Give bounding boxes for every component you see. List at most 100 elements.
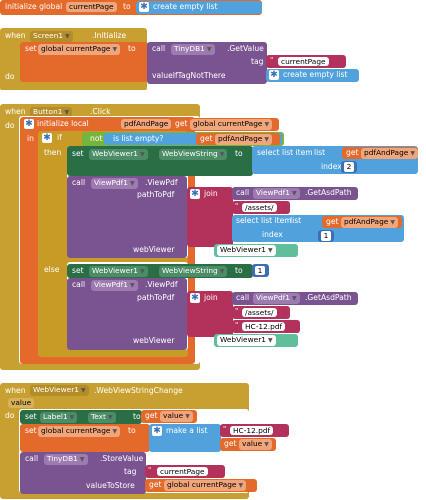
get-label: get [149, 480, 162, 489]
index-number[interactable]: 1 [321, 231, 331, 241]
else-getasdpath-block[interactable]: call ViewPdf1 ▼ .GetAsdPath [232, 292, 358, 305]
webviewstring-dropdown[interactable]: WebViewString ▼ [159, 149, 228, 160]
assets-text-block[interactable]: " /assets/ [232, 201, 290, 214]
webviewer1-dropdown[interactable]: WebViewer1 ▼ [217, 335, 276, 346]
hc12-text-block[interactable]: " HC-12.pdf [220, 424, 289, 437]
webviewstringchange-event-name: .WebViewStringChange [94, 386, 183, 395]
pdfandpage-dropdown[interactable]: pdfAndPage ▼ [341, 217, 398, 228]
webviewer1-dropdown[interactable]: WebViewer1 ▼ [89, 149, 148, 160]
to-label: to [235, 266, 243, 275]
global-currentpage-dropdown[interactable]: global currentPage ▼ [190, 119, 273, 130]
index-label: index [262, 230, 283, 239]
get-label: get [346, 148, 359, 157]
index-number-block[interactable]: 1 [318, 230, 334, 242]
gear-icon[interactable]: ✱ [152, 426, 162, 436]
set-label1-text-block[interactable]: set Label1 ▼ Text ▼ to [20, 410, 142, 424]
get-pdfandpage-block[interactable]: get pdfAndPage ▼ [196, 133, 280, 145]
viewpdf-call-block[interactable]: call ViewPdf1 ▼ .ViewPdf pathToPdf webVie… [67, 176, 187, 258]
in-label: in [27, 134, 34, 143]
else-assets-text-block[interactable]: " /assets/ [232, 306, 290, 319]
create-empty-list-block[interactable]: ✱ create empty list [136, 1, 262, 14]
set-label: set [72, 149, 84, 158]
tinydb1-dropdown[interactable]: TinyDB1 ▼ [171, 44, 215, 55]
set-label: set [72, 266, 84, 275]
else-set-webviewstring-block[interactable]: set WebViewer1 ▼ WebViewString ▼ to [67, 264, 253, 278]
gear-icon[interactable]: ✱ [190, 189, 200, 199]
webviewer1-dropdown[interactable]: WebViewer1 ▼ [30, 385, 89, 396]
else-number-block[interactable]: 1 [252, 264, 269, 277]
viewpdf1-dropdown[interactable]: ViewPdf1 ▼ [91, 178, 138, 189]
local-name-field[interactable]: pdfAndPage [121, 119, 172, 129]
to-label: to [128, 426, 136, 435]
create-empty-list-label: create empty list [283, 70, 348, 79]
assets-text[interactable]: /assets/ [242, 203, 277, 212]
tag-label: tag [124, 467, 137, 476]
index-number-block[interactable]: 2 [341, 161, 357, 173]
gear-icon[interactable]: ✱ [24, 119, 34, 129]
tag-text-value[interactable]: currentPage [278, 57, 329, 66]
global-currentpage-dropdown[interactable]: global currentPage ▼ [164, 480, 247, 491]
init-global-keyword: initialize global [5, 2, 63, 11]
hc12-text-block[interactable]: " HC-12.pdf [232, 320, 300, 333]
tinydb1-dropdown[interactable]: TinyDB1 ▼ [44, 454, 88, 465]
get-global-currentpage-block[interactable]: get global currentPage ▼ [171, 118, 279, 131]
pdfandpage-dropdown[interactable]: pdfAndPage ▼ [361, 148, 418, 159]
global-currentpage-dropdown[interactable]: global currentPage ▼ [38, 44, 121, 55]
label1-dropdown[interactable]: Label1 ▼ [40, 412, 78, 423]
get-pdfandpage-block[interactable]: get pdfAndPage ▼ [322, 216, 402, 228]
webviewer1-dropdown[interactable]: WebViewer1 ▼ [89, 266, 148, 277]
get-label: get [200, 134, 213, 143]
make-a-list-block[interactable]: ✱ make a list [149, 424, 221, 452]
else-viewpdf-call-block[interactable]: call ViewPdf1 ▼ .ViewPdf pathToPdf webVie… [67, 278, 187, 350]
else-number[interactable]: 1 [255, 266, 265, 275]
set-global-currentpage-block[interactable]: set global currentPage ▼ to [20, 42, 148, 82]
webviewer1-dropdown[interactable]: WebViewer1 ▼ [217, 245, 276, 256]
gear-icon[interactable]: ✱ [139, 2, 149, 12]
get-pdfandpage-block[interactable]: get pdfAndPage ▼ [342, 147, 418, 159]
text-property-dropdown[interactable]: Text ▼ [88, 412, 116, 423]
screen1-dropdown[interactable]: Screen1 ▼ [30, 31, 73, 42]
pdfandpage-dropdown[interactable]: pdfAndPage ▼ [215, 134, 272, 145]
gear-icon[interactable]: ✱ [190, 293, 200, 303]
tag-text-block[interactable]: " currentPage [145, 465, 225, 478]
to-label: to [128, 44, 136, 53]
viewpdf1-dropdown[interactable]: ViewPdf1 ▼ [253, 188, 300, 199]
default-create-empty-list-block[interactable]: ✱ create empty list [266, 69, 359, 82]
init-global-block[interactable]: initialize global currentPage to ✱ creat… [0, 0, 262, 15]
set-global-currentpage-block[interactable]: set global currentPage ▼ to [20, 424, 150, 452]
webviewer1-component-block[interactable]: WebViewer1 ▼ [214, 334, 298, 347]
get-global-currentpage-block[interactable]: get global currentPage ▼ [145, 479, 257, 492]
get-value-block[interactable]: get value ▼ [141, 410, 197, 423]
global-currentpage-dropdown[interactable]: global currentPage ▼ [38, 426, 121, 437]
make-a-list-label: make a list [166, 426, 208, 435]
hc12-text[interactable]: HC-12.pdf [230, 426, 274, 435]
pathtopdf-label: pathToPdf [137, 293, 175, 302]
global-name-field[interactable]: currentPage [66, 2, 117, 12]
value-dropdown[interactable]: value ▼ [160, 411, 193, 422]
tag-text-block[interactable]: " currentPage [266, 55, 346, 68]
gear-icon[interactable]: ✱ [42, 133, 52, 143]
index-number[interactable]: 2 [344, 162, 354, 172]
tag-text-value[interactable]: currentPage [157, 467, 208, 476]
hc12-text[interactable]: HC-12.pdf [242, 322, 286, 331]
assets-text[interactable]: /assets/ [242, 308, 277, 317]
if-label: if [57, 133, 62, 142]
value-dropdown[interactable]: value ▼ [239, 439, 272, 450]
tinydb-getvalue-block[interactable]: call TinyDB1 ▼ .GetValue tag valueIfTagNo… [147, 42, 267, 84]
screen-initialize-footer [0, 86, 147, 90]
value-param[interactable]: value [8, 398, 35, 408]
set-webviewstring-block[interactable]: set WebViewer1 ▼ WebViewString ▼ to [67, 146, 253, 176]
call-label: call [72, 178, 86, 187]
tinydb-storevalue-block[interactable]: call TinyDB1 ▼ .StoreValue tag valueToSto… [20, 452, 146, 494]
viewpdf1-dropdown[interactable]: ViewPdf1 ▼ [253, 293, 300, 304]
viewpdf1-dropdown[interactable]: ViewPdf1 ▼ [91, 280, 138, 291]
get-value-block[interactable]: get value ▼ [220, 438, 276, 451]
do-label: do [5, 411, 15, 420]
to-label: to [235, 149, 243, 158]
webviewstring-dropdown[interactable]: WebViewString ▼ [159, 266, 228, 277]
webviewer1-component-block[interactable]: WebViewer1 ▼ [214, 244, 298, 257]
else-join-block[interactable]: ✱ join [187, 291, 233, 337]
join-block[interactable]: ✱ join [187, 187, 233, 247]
gear-icon[interactable]: ✱ [269, 70, 279, 80]
getasdpath-block[interactable]: call ViewPdf1 ▼ .GetAsdPath [232, 187, 358, 200]
